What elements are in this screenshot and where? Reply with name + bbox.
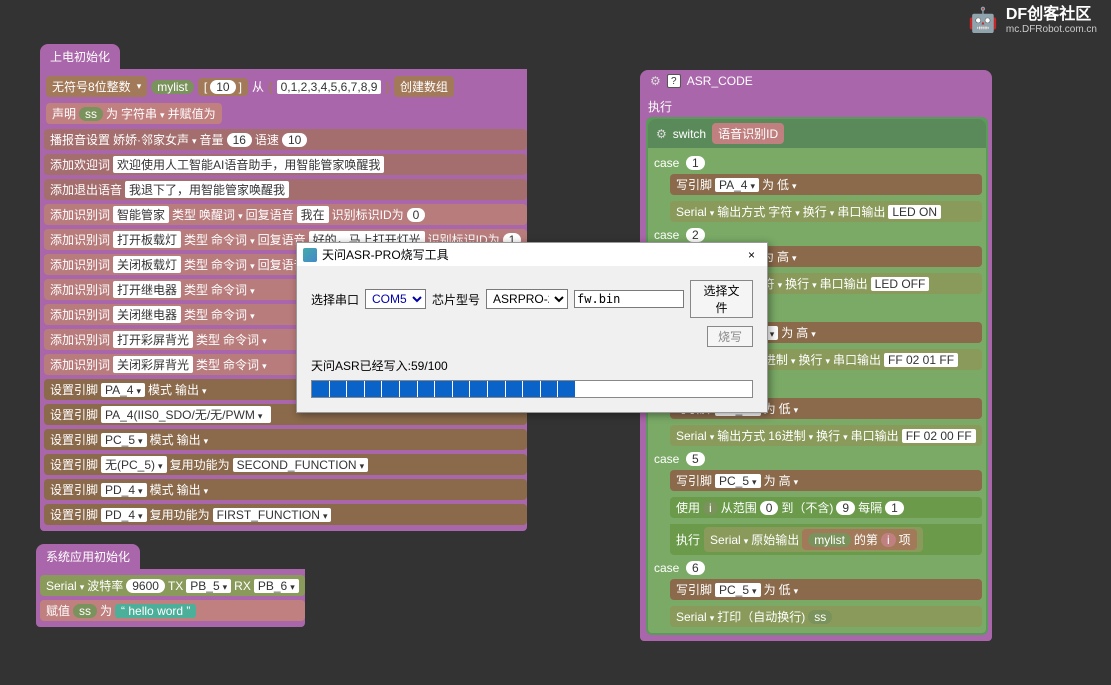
- app-icon: [303, 248, 317, 262]
- row-welcome[interactable]: 添加欢迎词 欢迎使用人工智能AI语音助手，用智能管家唤醒我: [44, 154, 527, 175]
- c6-print[interactable]: Serial打印（自动换行) ss: [670, 606, 982, 627]
- site-watermark: 🤖 DF创客社区 mc.DFRobot.com.cn: [968, 6, 1097, 35]
- burn-button[interactable]: 烧写: [707, 326, 753, 347]
- progress-bar: [311, 380, 753, 398]
- exec-label: 执行: [648, 98, 988, 115]
- dialog-title: 天问ASR-PRO烧写工具: [322, 246, 449, 263]
- c5-for[interactable]: 使用i 从范围0 到（不含)9 每隔1: [670, 497, 982, 518]
- chip-label: 芯片型号: [432, 291, 480, 308]
- file-input[interactable]: [574, 290, 684, 308]
- row-exit[interactable]: 添加退出语音 我退下了，用智能管家唤醒我: [44, 179, 527, 200]
- row-array[interactable]: 无符号8位整数 mylist [ 10 ] 从 { 0,1,2,3,4,5,6,…: [44, 75, 527, 98]
- burn-status: 天问ASR已经写入:59/100: [311, 357, 753, 374]
- close-button[interactable]: ×: [742, 248, 761, 262]
- row-voiceset[interactable]: 播报音设置 娇娇·邻家女声 音量 16 语速 10: [44, 129, 527, 150]
- c1-pin[interactable]: 写引脚PA_4 为低: [670, 174, 982, 195]
- port-label: 选择串口: [311, 291, 359, 308]
- gear-icon[interactable]: ⚙: [656, 127, 667, 141]
- gear-icon[interactable]: ⚙: [650, 74, 661, 88]
- watermark-sub: mc.DFRobot.com.cn: [1006, 24, 1097, 35]
- help-icon[interactable]: ?: [667, 74, 681, 88]
- init-hat[interactable]: 上电初始化: [40, 44, 120, 69]
- c2-trail[interactable]: 4 为高: [750, 322, 982, 343]
- row-assign[interactable]: 赋值 ss 为 “ hello word ”: [40, 600, 305, 621]
- c2-hex2[interactable]: Serial输出方式 16进制换行 串口输出FF 02 00 FF: [670, 425, 982, 446]
- row-pin-pc5[interactable]: 设置引脚PC_5 模式输出: [44, 429, 527, 450]
- watermark-title: DF创客社区: [1006, 6, 1097, 24]
- row-serial[interactable]: Serial 波特率 9600 TXPB_5 RXPB_6: [40, 575, 305, 596]
- robot-icon: 🤖: [968, 6, 998, 35]
- row-rec-0[interactable]: 添加识别词智能管家 类型唤醒词 回复语音我在 识别标识ID为0: [44, 204, 527, 225]
- row-pin-pd4[interactable]: 设置引脚PD_4 模式输出: [44, 479, 527, 500]
- burn-dialog: 天问ASR-PRO烧写工具 × 选择串口 COM5 芯片型号 ASRPRO-2M…: [296, 242, 768, 413]
- c6-pin[interactable]: 写引脚PC_5 为低: [670, 579, 982, 600]
- port-select[interactable]: COM5: [365, 289, 426, 309]
- row-pin-pc5-alt[interactable]: 设置引脚无(PC_5) 复用功能为SECOND_FUNCTION: [44, 454, 527, 475]
- dialog-titlebar[interactable]: 天问ASR-PRO烧写工具 ×: [297, 243, 767, 266]
- c1-serial[interactable]: Serial输出方式 字符换行 串口输出LED ON: [670, 201, 982, 222]
- chip-select[interactable]: ASRPRO-2M: [486, 289, 568, 309]
- row-pin-pd4-alt[interactable]: 设置引脚PD_4 复用功能为FIRST_FUNCTION: [44, 504, 527, 525]
- sysinit-hat[interactable]: 系统应用初始化: [36, 544, 140, 569]
- row-declare[interactable]: 声明 ss 为 字符串 并赋值为: [44, 102, 527, 125]
- choose-file-button[interactable]: 选择文件: [690, 280, 753, 318]
- switch-header[interactable]: ⚙ switch 语音识别ID: [648, 119, 986, 148]
- c5-pin[interactable]: 写引脚PC_5 为高: [670, 470, 982, 491]
- c5-loop-body[interactable]: 执行 Serial 原始输出 mylist 的第 i 项: [670, 524, 982, 555]
- asr-hat[interactable]: ⚙ ? ASR_CODE: [640, 70, 992, 92]
